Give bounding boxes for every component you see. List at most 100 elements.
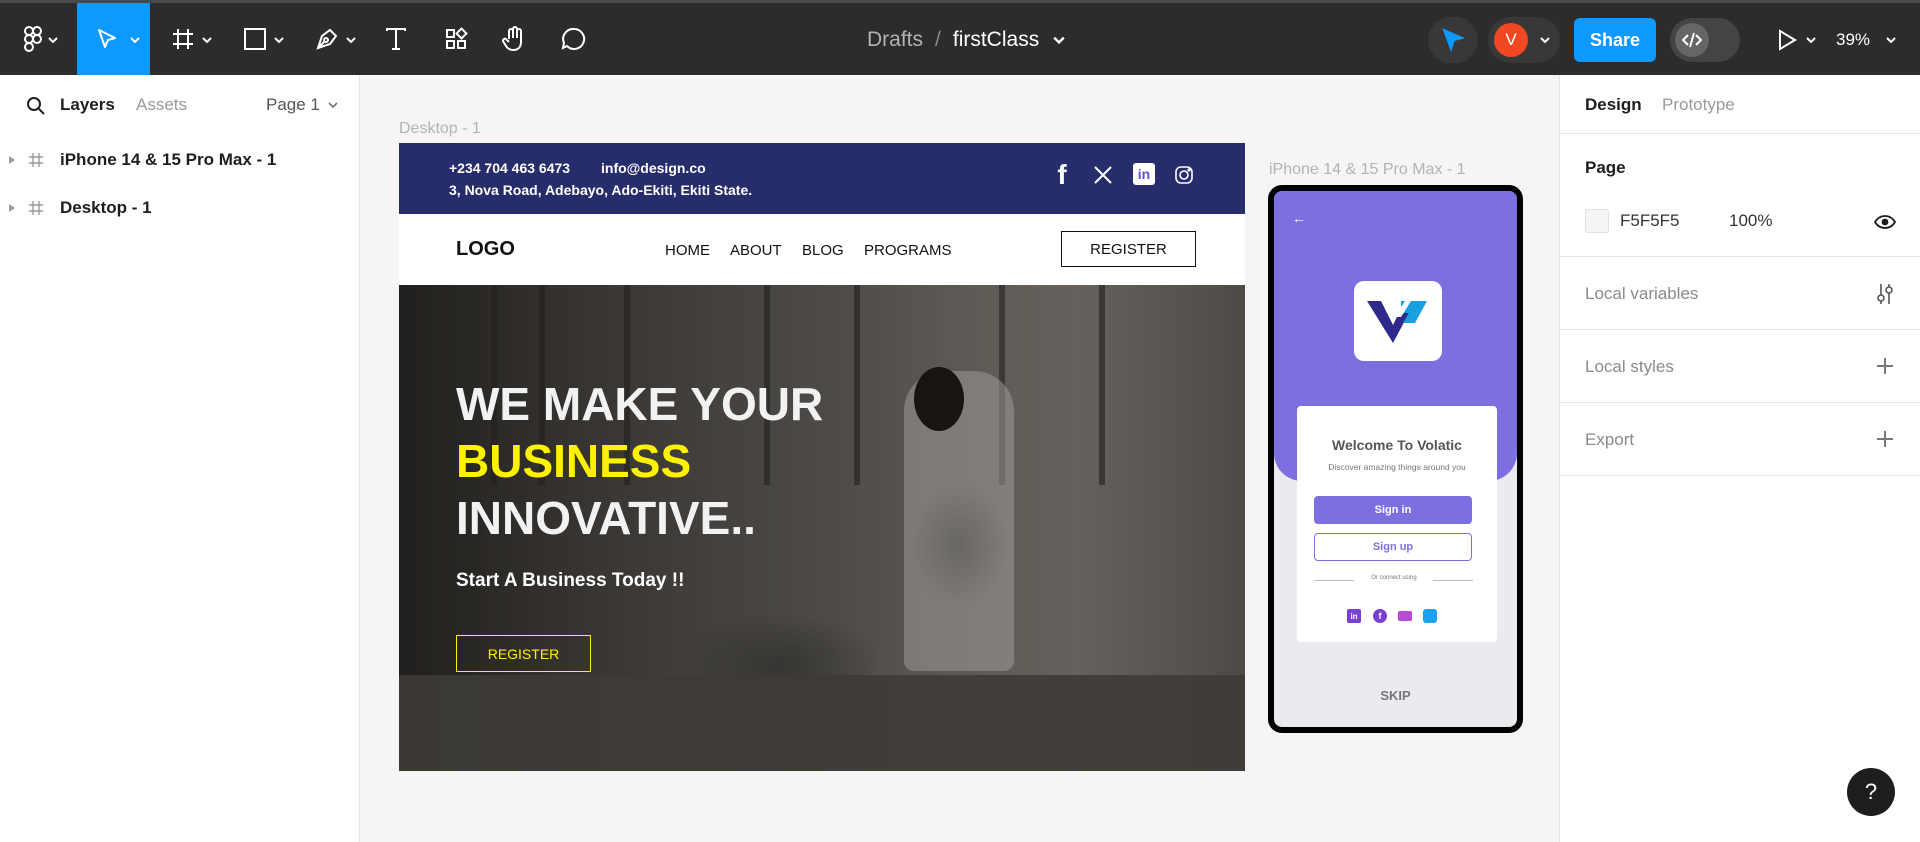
facebook-icon[interactable]: f bbox=[1373, 609, 1387, 623]
chevron-down-icon bbox=[328, 102, 338, 108]
hero-register-button[interactable]: REGISTER bbox=[456, 635, 591, 672]
canvas[interactable]: Desktop - 1 +234 704 463 6473 info@desig… bbox=[361, 75, 1559, 842]
help-button[interactable]: ? bbox=[1847, 768, 1895, 816]
phone-frame[interactable]: ← Welcome To Volatic Discover amazing th… bbox=[1268, 185, 1523, 733]
plus-icon[interactable] bbox=[1877, 358, 1893, 374]
tab-prototype[interactable]: Prototype bbox=[1662, 95, 1735, 115]
export-label: Export bbox=[1585, 430, 1635, 449]
site-logo: LOGO bbox=[456, 238, 515, 260]
page-selector[interactable]: Page 1 bbox=[266, 95, 338, 115]
layer-row[interactable]: iPhone 14 & 15 Pro Max - 1 bbox=[0, 140, 360, 180]
file-name[interactable]: firstClass bbox=[953, 28, 1039, 52]
twitter-icon[interactable] bbox=[1423, 609, 1437, 623]
back-arrow-icon[interactable]: ← bbox=[1292, 210, 1306, 226]
facebook-icon[interactable]: f bbox=[1051, 161, 1073, 189]
frame-tool-button[interactable] bbox=[164, 17, 216, 61]
avatar: V bbox=[1494, 23, 1528, 57]
linkedin-icon[interactable]: in bbox=[1133, 163, 1155, 185]
hero-section: WE MAKE YOUR BUSINESS INNOVATIVE.. Start… bbox=[399, 285, 1245, 771]
page-color-value[interactable]: F5F5F5 bbox=[1620, 211, 1680, 231]
dev-mode-toggle[interactable] bbox=[1670, 18, 1740, 62]
shape-tool-button[interactable] bbox=[236, 17, 288, 61]
breadcrumb-drafts[interactable]: Drafts bbox=[867, 28, 923, 52]
app-logo bbox=[1354, 281, 1442, 361]
mail-icon[interactable] bbox=[1398, 611, 1412, 621]
resources-tool-button[interactable] bbox=[436, 17, 476, 61]
chevron-down-icon bbox=[202, 37, 212, 43]
comment-tool-button[interactable] bbox=[554, 17, 594, 61]
contact-bar: +234 704 463 6473 info@design.co 3, Nova… bbox=[399, 143, 1245, 214]
signup-button[interactable]: Sign up bbox=[1314, 533, 1472, 561]
nav-home[interactable]: HOME bbox=[665, 242, 710, 259]
nav-programs[interactable]: PROGRAMS bbox=[864, 242, 952, 259]
hand-tool-button[interactable] bbox=[494, 17, 534, 61]
page-heading: Page bbox=[1585, 158, 1626, 177]
caret-right-icon[interactable] bbox=[9, 204, 15, 212]
cursor-icon bbox=[1442, 28, 1465, 52]
divider bbox=[1314, 580, 1354, 581]
pen-tool-button[interactable] bbox=[308, 17, 360, 61]
hero-title-line3: INNOVATIVE.. bbox=[456, 492, 756, 544]
code-icon bbox=[1682, 32, 1702, 48]
chevron-down-icon bbox=[274, 37, 284, 43]
move-tool-button[interactable] bbox=[77, 3, 150, 75]
chevron-down-icon[interactable] bbox=[1053, 36, 1065, 44]
rectangle-icon bbox=[244, 28, 266, 50]
caret-right-icon[interactable] bbox=[9, 156, 15, 164]
page-opacity-value[interactable]: 100% bbox=[1729, 211, 1772, 231]
search-icon[interactable] bbox=[26, 96, 46, 116]
skip-link[interactable]: SKIP bbox=[1274, 688, 1517, 703]
signin-button[interactable]: Sign in bbox=[1314, 496, 1472, 524]
welcome-card: Welcome To Volatic Discover amazing thin… bbox=[1297, 406, 1497, 642]
tab-design[interactable]: Design bbox=[1585, 95, 1642, 115]
nav-blog[interactable]: BLOG bbox=[802, 242, 844, 259]
frame-icon bbox=[29, 201, 43, 215]
phone-frame-label[interactable]: iPhone 14 & 15 Pro Max - 1 bbox=[1269, 161, 1466, 179]
figma-logo-icon bbox=[24, 26, 42, 52]
local-styles-row[interactable]: Local styles bbox=[1560, 330, 1920, 403]
comment-icon bbox=[561, 27, 586, 50]
chevron-down-icon bbox=[346, 37, 356, 43]
layer-row[interactable]: Desktop - 1 bbox=[0, 188, 360, 228]
desktop-frame-label[interactable]: Desktop - 1 bbox=[399, 120, 481, 138]
right-panel: Design Prototype Page F5F5F5 100% Local … bbox=[1559, 75, 1920, 842]
desktop-frame[interactable]: +234 704 463 6473 info@design.co 3, Nova… bbox=[399, 143, 1245, 771]
text-icon bbox=[386, 28, 406, 50]
hand-icon bbox=[502, 26, 522, 52]
linkedin-icon[interactable]: in bbox=[1347, 609, 1361, 623]
layer-name: Desktop - 1 bbox=[60, 198, 152, 217]
tab-assets[interactable]: Assets bbox=[136, 95, 187, 115]
present-cursor-button[interactable] bbox=[1428, 17, 1478, 63]
left-panel: Layers Assets Page 1 iPhone 14 & 15 Pro … bbox=[0, 75, 360, 842]
chevron-down-icon bbox=[1886, 37, 1896, 43]
tab-layers[interactable]: Layers bbox=[60, 95, 115, 115]
play-icon bbox=[1779, 29, 1797, 51]
nav-about[interactable]: ABOUT bbox=[730, 242, 782, 259]
instagram-icon[interactable] bbox=[1174, 165, 1194, 185]
present-button[interactable] bbox=[1770, 17, 1818, 63]
main-menu-button[interactable] bbox=[14, 17, 62, 61]
text-tool-button[interactable] bbox=[376, 17, 416, 61]
zoom-menu[interactable]: 39% bbox=[1836, 17, 1906, 63]
multiplayer-avatar-button[interactable]: V bbox=[1488, 17, 1560, 63]
page-color-swatch[interactable] bbox=[1585, 209, 1609, 233]
eye-icon[interactable] bbox=[1874, 215, 1896, 229]
share-button[interactable]: Share bbox=[1574, 18, 1656, 62]
local-variables-row[interactable]: Local variables bbox=[1560, 257, 1920, 330]
components-icon bbox=[446, 27, 468, 49]
nav-register-button[interactable]: REGISTER bbox=[1061, 231, 1196, 267]
chevron-down-icon bbox=[48, 37, 58, 43]
x-twitter-icon[interactable] bbox=[1093, 165, 1113, 185]
plus-icon[interactable] bbox=[1877, 431, 1893, 447]
chevron-down-icon bbox=[130, 37, 140, 43]
page-section: Page F5F5F5 100% bbox=[1560, 134, 1920, 257]
hero-title-line2: BUSINESS bbox=[456, 435, 692, 487]
zoom-level: 39% bbox=[1836, 30, 1871, 49]
chevron-down-icon bbox=[1540, 37, 1550, 43]
page-selector-label: Page 1 bbox=[266, 95, 320, 114]
sliders-icon[interactable] bbox=[1875, 282, 1895, 306]
hero-title-line1: WE MAKE YOUR bbox=[456, 378, 824, 430]
export-row[interactable]: Export bbox=[1560, 403, 1920, 476]
breadcrumb-separator: / bbox=[935, 28, 941, 51]
layer-name: iPhone 14 & 15 Pro Max - 1 bbox=[60, 150, 277, 169]
